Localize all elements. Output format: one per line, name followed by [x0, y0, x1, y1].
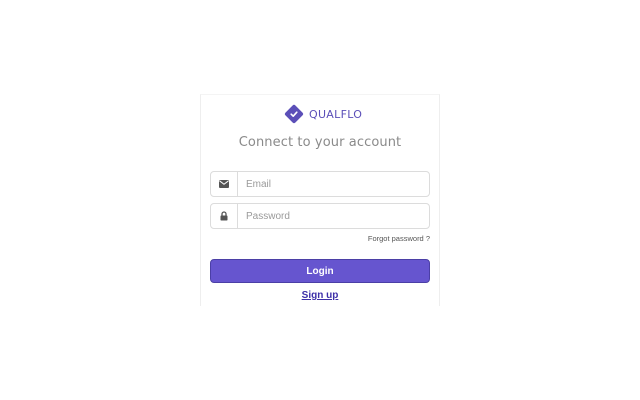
page-title: Connect to your account [238, 135, 402, 150]
lock-icon [211, 204, 238, 228]
forgot-password-link[interactable]: Forgot password ? [368, 234, 430, 243]
email-input[interactable] [238, 172, 429, 196]
brand-name: QUALFLO [309, 107, 363, 121]
envelope-icon [211, 172, 238, 196]
signup-link[interactable]: Sign up [200, 290, 440, 301]
email-field [210, 171, 430, 197]
password-field [210, 203, 430, 229]
password-input[interactable] [238, 204, 429, 228]
brand-logo: QUALFLO [284, 103, 362, 125]
login-button[interactable]: Login [210, 259, 430, 283]
diamond-check-icon [284, 104, 304, 124]
